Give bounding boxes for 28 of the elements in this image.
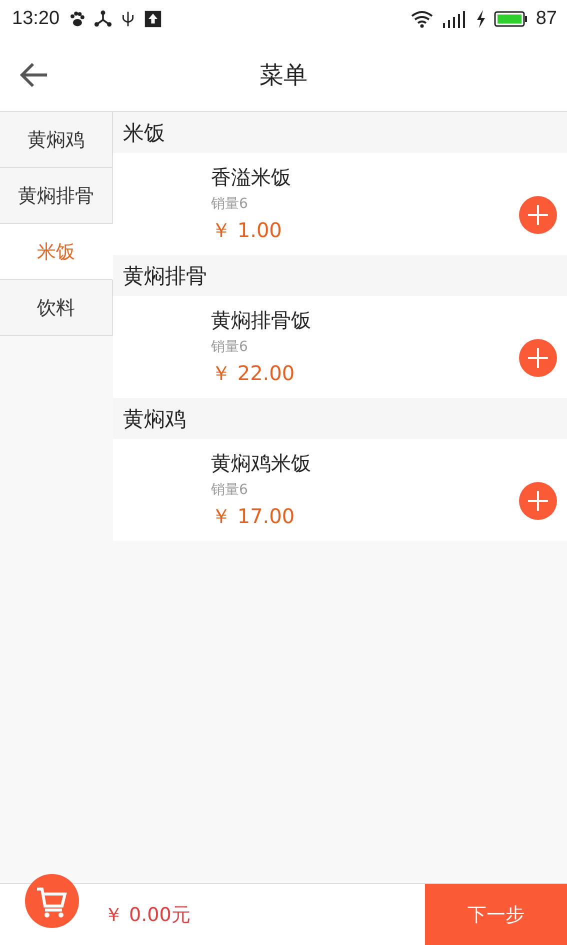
cart-icon[interactable]	[25, 874, 79, 928]
category-tab[interactable]: 饮料	[0, 280, 113, 336]
paw-icon	[68, 10, 86, 28]
battery-percent: 87	[536, 8, 557, 30]
share-icon	[94, 10, 112, 28]
upload-icon	[144, 10, 162, 28]
signal-icon	[442, 9, 468, 29]
category-tab[interactable]: 黄焖鸡	[0, 112, 113, 168]
total-price: ￥ 0.00元	[104, 902, 192, 928]
usb-icon	[120, 10, 136, 28]
wifi-icon	[410, 9, 434, 29]
food-name: 黄焖排骨饭	[211, 307, 312, 334]
category-tab[interactable]: 黄焖排骨	[0, 168, 113, 224]
battery-icon	[494, 10, 528, 28]
food-name: 香溢米饭	[211, 164, 292, 191]
page-title: 菜单	[260, 60, 308, 90]
add-icon[interactable]	[519, 196, 557, 234]
food-price: ￥ 22.00	[211, 360, 296, 387]
food-name: 黄焖鸡米饭	[211, 450, 312, 477]
sales-count: 销量6	[211, 481, 249, 499]
sales-count: 销量6	[211, 195, 249, 213]
food-price: ￥ 17.00	[211, 503, 296, 530]
sales-count: 销量6	[211, 338, 249, 356]
charging-icon	[476, 9, 486, 29]
add-icon[interactable]	[519, 482, 557, 520]
add-icon[interactable]	[519, 339, 557, 377]
clock-time: 13:20	[12, 8, 60, 30]
food-price: ￥ 1.00	[211, 217, 283, 244]
